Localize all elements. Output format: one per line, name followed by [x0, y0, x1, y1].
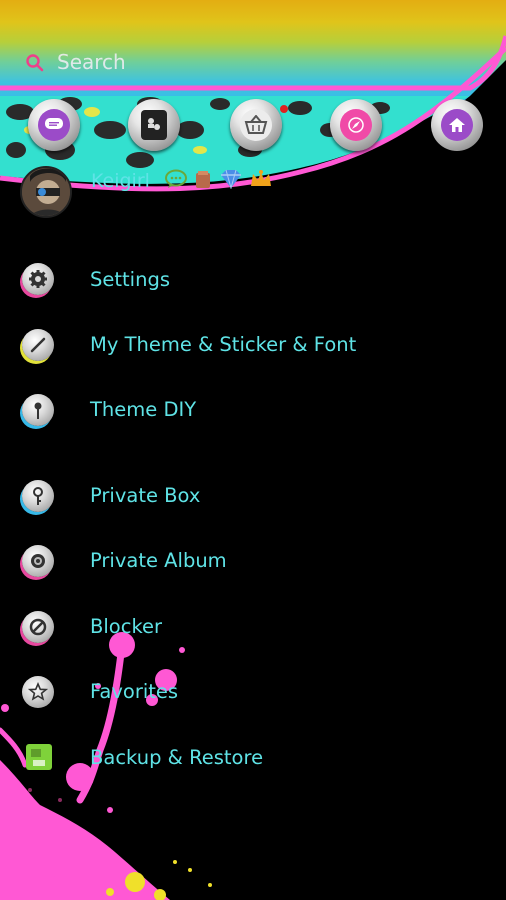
- menu-label: My Theme & Sticker & Font: [90, 333, 357, 356]
- album-icon: [22, 545, 54, 577]
- diamond-badge-icon: [221, 169, 241, 189]
- menu-label: Backup & Restore: [90, 746, 264, 769]
- store-icon: [240, 109, 272, 141]
- notification-dot: [280, 105, 288, 113]
- pin-icon: [22, 394, 54, 426]
- menu-item-theme-sticker-font[interactable]: My Theme & Sticker & Font: [0, 318, 506, 374]
- discover-button[interactable]: [330, 99, 382, 151]
- menu-label: Theme DIY: [90, 398, 197, 421]
- menu-label: Private Box: [90, 484, 201, 507]
- profile-username[interactable]: Keigirl: [91, 170, 150, 192]
- menu-label: Settings: [90, 268, 170, 291]
- gift-badge-icon: [196, 171, 210, 188]
- chat-badge-icon: [165, 169, 187, 188]
- menu-item-theme-diy[interactable]: Theme DIY: [0, 383, 506, 439]
- key-icon: [22, 480, 54, 512]
- profile-badges: [165, 169, 273, 189]
- menu-item-favorites[interactable]: Favorites: [0, 665, 506, 721]
- discover-icon: [340, 109, 372, 141]
- block-icon: [22, 611, 54, 643]
- backup-icon: [26, 744, 52, 770]
- store-button[interactable]: [230, 99, 288, 151]
- home-button[interactable]: [431, 99, 483, 151]
- menu-item-private-box[interactable]: Private Box: [0, 469, 506, 525]
- contacts-button[interactable]: [128, 99, 180, 151]
- menu-label: Blocker: [90, 615, 163, 638]
- gear-icon: [22, 263, 54, 295]
- menu-label: Favorites: [90, 680, 179, 703]
- home-icon: [441, 109, 473, 141]
- crown-badge-icon: [251, 170, 271, 186]
- menu-label: Private Album: [90, 549, 227, 572]
- menu-item-private-album[interactable]: Private Album: [0, 534, 506, 590]
- menu-item-blocker[interactable]: Blocker: [0, 600, 506, 656]
- contacts-icon: [141, 110, 167, 140]
- messages-button[interactable]: [28, 99, 80, 151]
- star-icon: [22, 676, 54, 708]
- menu-item-backup-restore[interactable]: Backup & Restore: [0, 731, 506, 787]
- brush-icon: [22, 329, 54, 361]
- menu-item-settings[interactable]: Settings: [0, 252, 506, 308]
- avatar[interactable]: [20, 166, 72, 218]
- messages-icon: [38, 109, 70, 141]
